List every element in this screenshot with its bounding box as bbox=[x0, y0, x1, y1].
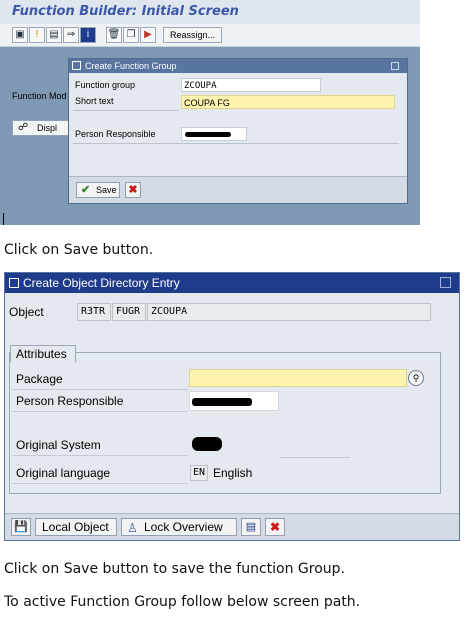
attributes-group: Attributes Package ⚲ Person Responsible … bbox=[9, 345, 441, 494]
reassign-button[interactable]: Reassign... bbox=[163, 27, 223, 43]
display-icon: ☍ bbox=[18, 122, 29, 133]
window-icon bbox=[9, 278, 19, 288]
function-builder-toolbar: ▣ ! ▤ ⇒ i 🗑 ❐ ▶ Reassign... bbox=[0, 24, 420, 47]
text-cursor bbox=[3, 213, 4, 225]
object-name: ZCOUPA bbox=[147, 303, 431, 321]
package-label: Package bbox=[16, 372, 63, 386]
lock-overview-button[interactable]: ♙ Lock Overview bbox=[121, 518, 237, 536]
dialog-footer: 💾 Local Object ♙ Lock Overview ▤ ✖ bbox=[5, 513, 459, 540]
copy-icon[interactable]: ❐ bbox=[123, 27, 139, 43]
display-object-list-icon[interactable]: ▤ bbox=[46, 27, 62, 43]
object-directory-dialog: Create Object Directory Entry Object R3T… bbox=[4, 272, 460, 541]
caption-step-3: To active Function Group follow below sc… bbox=[4, 594, 361, 610]
delete-icon[interactable]: 🗑 bbox=[106, 27, 122, 43]
divider bbox=[12, 389, 188, 390]
redacted-value bbox=[185, 132, 231, 137]
divider bbox=[12, 411, 188, 412]
user-icon: ♙ bbox=[127, 521, 138, 535]
redacted-value bbox=[192, 398, 252, 406]
function-module-label: Function Mod bbox=[12, 91, 67, 101]
person-responsible-field[interactable] bbox=[181, 127, 247, 141]
window-icon bbox=[72, 61, 81, 70]
test-execute-icon[interactable]: ▶ bbox=[140, 27, 156, 43]
close-icon[interactable] bbox=[440, 277, 451, 288]
original-system-label: Original System bbox=[16, 438, 101, 452]
info-icon[interactable]: i bbox=[80, 27, 96, 43]
other-object-icon[interactable]: ▣ bbox=[12, 27, 28, 43]
short-text-label: Short text bbox=[75, 96, 114, 106]
dialog-title: Create Function Group bbox=[85, 61, 177, 71]
divider bbox=[280, 457, 350, 458]
person-responsible-label: Person Responsible bbox=[75, 129, 156, 139]
display-button-label: Displ bbox=[37, 123, 58, 133]
cancel-icon[interactable]: ✖ bbox=[265, 518, 285, 536]
package-field[interactable] bbox=[189, 369, 407, 387]
object-program-id: R3TR bbox=[77, 303, 111, 321]
caption-step-1: Click on Save button. bbox=[4, 242, 154, 258]
save-icon[interactable]: 💾 bbox=[11, 518, 31, 536]
dialog-footer: ✔ Save ✖ bbox=[69, 176, 407, 203]
language-name: English bbox=[213, 466, 253, 480]
dialog-title: Create Object Directory Entry bbox=[23, 276, 180, 290]
short-text-field[interactable]: COUPA FG bbox=[181, 95, 395, 109]
active-inactive-icon[interactable]: ! bbox=[29, 27, 45, 43]
help-icon[interactable]: ▤ bbox=[241, 518, 261, 536]
divider bbox=[12, 455, 188, 456]
local-object-button[interactable]: Local Object bbox=[35, 518, 117, 536]
divider bbox=[73, 143, 399, 144]
close-icon[interactable] bbox=[391, 62, 399, 70]
function-builder-screenshot: Function Builder: Initial Screen ▣ ! ▤ ⇒… bbox=[0, 0, 420, 225]
function-group-label: Function group bbox=[75, 80, 136, 90]
object-label: Object bbox=[9, 305, 44, 319]
original-language-label: Original language bbox=[16, 466, 111, 480]
save-button[interactable]: ✔ Save bbox=[76, 182, 120, 198]
function-group-field[interactable]: ZCOUPA bbox=[181, 78, 321, 92]
person-responsible-field[interactable] bbox=[189, 391, 279, 411]
person-responsible-label: Person Responsible bbox=[16, 394, 124, 408]
language-code-field: EN bbox=[190, 465, 208, 481]
dialog-title-bar: Create Function Group bbox=[69, 59, 407, 73]
attributes-tab: Attributes bbox=[10, 345, 76, 362]
package-search-icon[interactable]: ⚲ bbox=[408, 370, 424, 386]
divider bbox=[73, 110, 178, 111]
lock-overview-label: Lock Overview bbox=[144, 520, 223, 534]
function-builder-title: Function Builder: Initial Screen bbox=[12, 4, 239, 19]
cancel-icon[interactable]: ✖ bbox=[125, 182, 141, 198]
divider bbox=[12, 483, 188, 484]
save-button-label: Save bbox=[96, 185, 117, 195]
display-button[interactable]: ☍ Displ bbox=[12, 120, 72, 136]
object-type: FUGR bbox=[112, 303, 146, 321]
dialog-title-bar: Create Object Directory Entry bbox=[5, 273, 459, 293]
where-used-icon[interactable]: ⇒ bbox=[63, 27, 79, 43]
checkmark-icon: ✔ bbox=[81, 184, 91, 196]
create-function-group-dialog: Create Function Group Function group ZCO… bbox=[68, 58, 408, 204]
object-row: Object R3TR FUGR ZCOUPA bbox=[5, 295, 459, 335]
caption-step-2: Click on Save button to save the functio… bbox=[4, 561, 346, 577]
redacted-system bbox=[192, 437, 222, 451]
